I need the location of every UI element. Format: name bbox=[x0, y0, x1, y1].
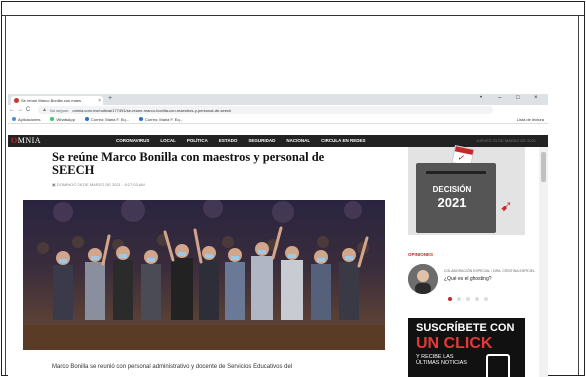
whatsapp-icon bbox=[50, 117, 55, 121]
site-navbar: OMNIA CORONAVIRUS LOCAL POLÍTICA ESTADO … bbox=[8, 135, 548, 147]
phone-icon bbox=[486, 354, 510, 377]
bookmark-mail-1[interactable]: Correo: Maria F. Eq... bbox=[84, 117, 129, 122]
apps-icon bbox=[12, 117, 16, 121]
browser-tab[interactable]: Se reúne Marco Bonilla con maes × bbox=[11, 96, 103, 105]
article-paragraph: Marco Bonilla se reunió con personal adm… bbox=[52, 364, 293, 370]
reload-button[interactable]: C bbox=[24, 107, 32, 113]
subscribe-line-2: UN CLICK bbox=[416, 335, 493, 352]
carousel-dot[interactable] bbox=[448, 297, 452, 301]
back-button[interactable]: ← bbox=[8, 107, 16, 113]
frame-left-rule bbox=[5, 15, 6, 375]
site-nav-menu: CORONAVIRUS LOCAL POLÍTICA ESTADO SEGURI… bbox=[116, 138, 376, 143]
frame-divider bbox=[2, 15, 584, 16]
nav-item-estado[interactable]: ESTADO bbox=[219, 138, 237, 143]
browser-screenshot: Se reúne Marco Bonilla con maes × + • – … bbox=[8, 94, 548, 377]
frame-right-rule bbox=[578, 15, 579, 375]
mail-icon bbox=[84, 117, 89, 121]
tab-bar: Se reúne Marco Bonilla con maes × + • – … bbox=[8, 94, 548, 105]
security-label: No seguro bbox=[49, 107, 69, 113]
nav-item-politica[interactable]: POLÍTICA bbox=[187, 138, 208, 143]
subscribe-line-1: SUSCRÍBETE CON bbox=[416, 322, 515, 334]
tab-title: Se reúne Marco Bonilla con maes bbox=[21, 98, 82, 103]
page-scrollbar[interactable] bbox=[539, 147, 548, 377]
tab-close-icon[interactable]: × bbox=[96, 98, 103, 104]
nav-item-seguridad[interactable]: SEGURIDAD bbox=[248, 138, 275, 143]
address-bar[interactable]: ▲ No seguro omnia.com.mx/noticia/177491/… bbox=[38, 106, 493, 114]
banner-year: 2021 bbox=[437, 195, 467, 210]
mail-icon bbox=[138, 117, 143, 121]
nav-item-coronavirus[interactable]: CORONAVIRUS bbox=[116, 138, 149, 143]
reading-list-button[interactable]: Lista de lectura bbox=[517, 117, 544, 122]
scrollbar-thumb[interactable] bbox=[541, 152, 546, 182]
profile-dot-icon[interactable]: • bbox=[480, 95, 482, 101]
opinion-title-link[interactable]: ¿Qué es el ghosting? bbox=[444, 276, 492, 282]
maximize-button[interactable]: □ bbox=[516, 95, 520, 101]
bookmark-whatsapp[interactable]: WhatsApp bbox=[50, 117, 75, 122]
minimize-button[interactable]: – bbox=[498, 95, 501, 101]
opinion-section-label: OPINIONES bbox=[408, 252, 434, 257]
close-window-button[interactable]: × bbox=[534, 95, 538, 101]
decision-2021-banner[interactable]: ✓ DECISIÓN 2021 ➹ bbox=[408, 145, 525, 235]
nav-item-nacional[interactable]: NACIONAL bbox=[286, 138, 310, 143]
article-photo[interactable] bbox=[23, 200, 385, 350]
banner-word: DECISIÓN bbox=[432, 185, 472, 194]
warning-icon: ▲ bbox=[42, 107, 47, 113]
carousel-dot[interactable] bbox=[457, 297, 461, 301]
site-logo[interactable]: OMNIA bbox=[11, 136, 41, 145]
forward-button[interactable]: → bbox=[16, 107, 24, 113]
bookmarks-bar: Aplicaciones WhatsApp Correo: Maria F. E… bbox=[8, 115, 548, 124]
article-dateline: ▣ DOMINGO 28 DE MARZO DE 2021 · 8:27:03 … bbox=[52, 182, 145, 187]
carousel-dot[interactable] bbox=[466, 297, 470, 301]
opinion-author: COLABORACIÓN ESPECIAL / DRA. CRISTINA ES… bbox=[444, 269, 535, 273]
nav-item-circula[interactable]: CIRCULA EN REDES bbox=[321, 138, 365, 143]
bookmark-apps[interactable]: Aplicaciones bbox=[12, 117, 40, 122]
cursor-arrow-icon: ➹ bbox=[500, 198, 513, 215]
group-photo-image bbox=[23, 200, 385, 350]
article-headline: Se reúne Marco Bonilla con maestros y pe… bbox=[52, 150, 325, 177]
new-tab-button[interactable]: + bbox=[108, 95, 112, 102]
nav-date: JUEVES 23 DE MARZO DE 2021 bbox=[475, 138, 536, 143]
url-text: omnia.com.mx/noticia/177491/se-reune-mar… bbox=[72, 107, 232, 113]
carousel-dots bbox=[448, 297, 493, 301]
carousel-dot[interactable] bbox=[475, 297, 479, 301]
subscribe-banner[interactable]: SUSCRÍBETE CON UN CLICK Y RECIBE LAS ÚLTI… bbox=[408, 318, 525, 377]
site-favicon-icon bbox=[14, 98, 19, 103]
author-avatar[interactable] bbox=[408, 264, 438, 294]
bookmark-mail-2[interactable]: Correo: Maria F. Eq... bbox=[138, 117, 183, 122]
subscribe-line-3: Y RECIBE LAS ÚLTIMAS NOTICIAS bbox=[416, 354, 467, 366]
carousel-dot[interactable] bbox=[484, 297, 488, 301]
nav-item-local[interactable]: LOCAL bbox=[160, 138, 176, 143]
toolbar: ← → C ▲ No seguro omnia.com.mx/noticia/1… bbox=[8, 105, 548, 124]
